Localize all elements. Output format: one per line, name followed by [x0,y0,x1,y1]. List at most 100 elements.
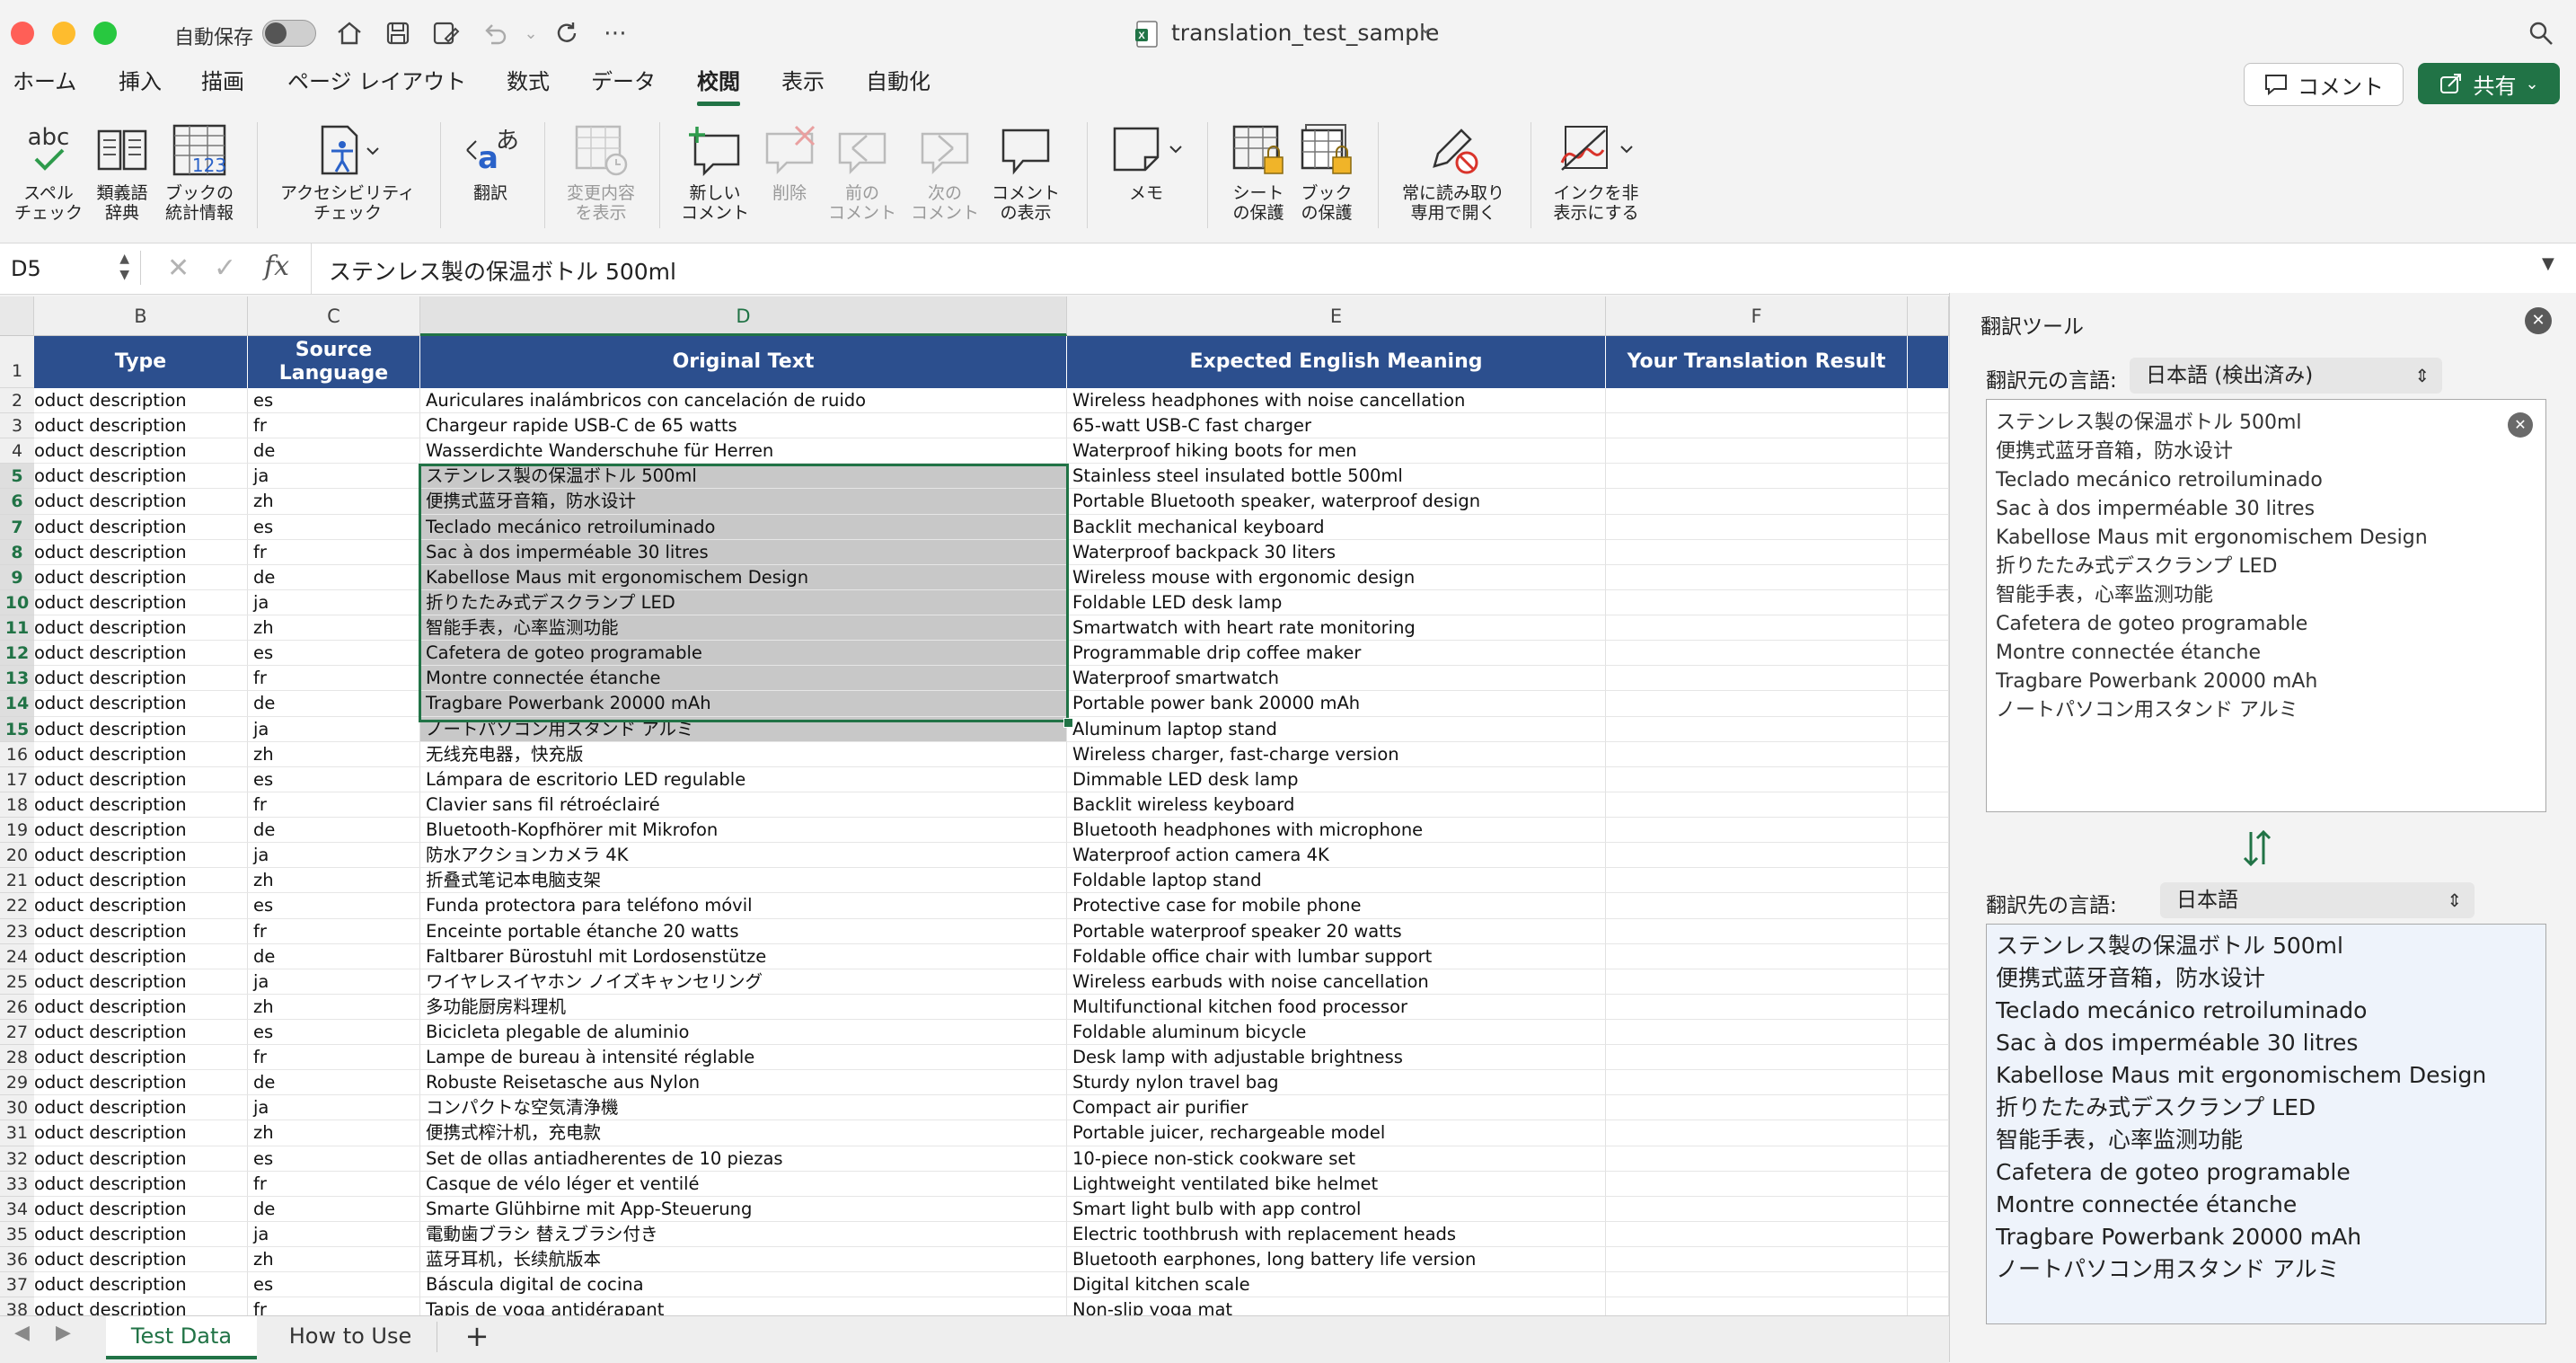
cell-source-language[interactable]: de [248,564,420,590]
cell-g[interactable] [1908,943,1949,969]
row-header[interactable]: 9 [0,564,34,590]
cell-g[interactable] [1908,843,1949,869]
previous-comment-button[interactable]: 前の コメント [821,122,904,223]
cell-g[interactable] [1908,514,1949,540]
cell-translation-result[interactable] [1606,943,1908,969]
next-sheet-chevron-icon[interactable]: ▶ [56,1322,71,1344]
cell-translation-result[interactable] [1606,1196,1908,1222]
cell-source-language[interactable]: fr [248,1045,420,1071]
cell-expected-english[interactable]: Sturdy nylon travel bag [1067,1070,1606,1096]
sheet-tab-how-to-use[interactable]: How to Use [269,1316,431,1356]
translated-text-box[interactable]: ステンレス製の保温ボトル 500ml 便携式蓝牙音箱，防水设计 Teclado me… [1986,924,2546,1324]
row-header[interactable]: 38 [0,1297,34,1315]
cell-source-language[interactable]: ja [248,1095,420,1121]
cell-source-language[interactable]: zh [248,1247,420,1273]
cell-g[interactable] [1908,1120,1949,1146]
row-header-1[interactable]: 1 [0,336,34,388]
cell-g[interactable] [1908,1297,1949,1315]
spell-check-button[interactable]: abc スペル チェック [13,122,84,223]
row-header[interactable]: 5 [0,464,34,490]
tab-insert[interactable]: 挿入 [119,66,162,110]
tab-data[interactable]: データ [591,66,656,110]
cell-expected-english[interactable]: Desk lamp with adjustable brightness [1067,1045,1606,1071]
cell-type[interactable]: oduct description [34,969,248,995]
redo-icon[interactable] [550,16,584,50]
row-header[interactable]: 2 [0,388,34,414]
cell-original-text[interactable]: 折叠式笔记本电脑支架 [420,868,1067,894]
cell-expected-english[interactable]: Lightweight ventilated bike helmet [1067,1171,1606,1197]
notes-button[interactable]: メモ [1103,122,1189,203]
cell-type[interactable]: oduct description [34,489,248,515]
cell-expected-english[interactable]: Bluetooth earphones, long battery life v… [1067,1247,1606,1273]
row-header[interactable]: 15 [0,716,34,742]
cell-original-text[interactable]: 蓝牙耳机，长续航版本 [420,1247,1067,1273]
cell-type[interactable]: oduct description [34,1221,248,1248]
cell-expected-english[interactable]: Wireless charger, fast-charge version [1067,741,1606,767]
cell-g[interactable] [1908,792,1949,819]
cell-g[interactable] [1908,741,1949,767]
cell-type[interactable]: oduct description [34,1196,248,1222]
cell-translation-result[interactable] [1606,792,1908,819]
cell-source-language[interactable]: fr [248,1297,420,1315]
cell-expected-english[interactable]: Stainless steel insulated bottle 500ml [1067,464,1606,490]
select-all-corner[interactable] [0,296,34,336]
add-sheet-button[interactable]: + [453,1316,501,1356]
cell-original-text[interactable]: 便携式蓝牙音箱，防水设计 [420,489,1067,515]
cell-expected-english[interactable]: Non-slip yoga mat [1067,1297,1606,1315]
cell-source-language[interactable]: fr [248,1171,420,1197]
hide-ink-button[interactable]: インクを非 表示にする [1541,122,1651,223]
cell-type[interactable]: oduct description [34,564,248,590]
cell-translation-result[interactable] [1606,438,1908,465]
cell-source-language[interactable]: fr [248,918,420,944]
cell-source-language[interactable]: de [248,943,420,969]
cell-source-language[interactable]: es [248,1146,420,1172]
cell-type[interactable]: oduct description [34,893,248,919]
cell-g[interactable] [1908,868,1949,894]
cell-g[interactable] [1908,641,1949,667]
cell-expected-english[interactable]: Portable waterproof speaker 20 watts [1067,918,1606,944]
cell-type[interactable]: oduct description [34,464,248,490]
row-header[interactable]: 17 [0,766,34,792]
cell-original-text[interactable]: Faltbarer Bürostuhl mit Lordosenstütze [420,943,1067,969]
cell-type[interactable]: oduct description [34,818,248,844]
cell-source-language[interactable]: zh [248,994,420,1020]
swap-languages-icon[interactable] [2241,828,2273,872]
close-window-button[interactable] [11,22,34,45]
cell-g[interactable] [1908,539,1949,565]
cell-source-language[interactable]: zh [248,1120,420,1146]
cell-source-language[interactable]: de [248,438,420,465]
cell-original-text[interactable]: Sac à dos imperméable 30 litres [420,539,1067,565]
row-header[interactable]: 3 [0,413,34,439]
cell-expected-english[interactable]: 10-piece non-stick cookware set [1067,1146,1606,1172]
column-header-c[interactable]: C [248,296,420,336]
row-header[interactable]: 22 [0,893,34,919]
cell-expected-english[interactable]: Portable juicer, rechargeable model [1067,1120,1606,1146]
row-header[interactable]: 30 [0,1095,34,1121]
insert-function-icon[interactable]: fx [264,251,289,282]
cell-g[interactable] [1908,716,1949,742]
cell-source-language[interactable]: es [248,514,420,540]
cell-source-language[interactable]: es [248,641,420,667]
cell-source-language[interactable]: fr [248,792,420,819]
cell-translation-result[interactable] [1606,818,1908,844]
save-icon[interactable] [381,16,415,50]
cell-original-text[interactable]: ワイヤレスイヤホン ノイズキャンセリング [420,969,1067,995]
cell-translation-result[interactable] [1606,641,1908,667]
cell-source-language[interactable]: ja [248,1221,420,1248]
cell-source-language[interactable]: es [248,1020,420,1046]
tab-page-layout[interactable]: ページ レイアウト [287,66,466,110]
cell-g[interactable] [1908,1272,1949,1298]
cell-g[interactable] [1908,666,1949,692]
new-comment-button[interactable]: 新しい コメント [674,122,756,223]
cell-type[interactable]: oduct description [34,1247,248,1273]
cell-type[interactable]: oduct description [34,943,248,969]
row-header[interactable]: 13 [0,666,34,692]
row-header[interactable]: 29 [0,1070,34,1096]
cell-g[interactable] [1908,615,1949,642]
cell-original-text[interactable]: Funda protectora para teléfono móvil [420,893,1067,919]
cell-type[interactable]: oduct description [34,539,248,565]
tab-review[interactable]: 校閲 [697,66,740,110]
cell-type[interactable]: oduct description [34,1120,248,1146]
cell-translation-result[interactable] [1606,766,1908,792]
cell-type[interactable]: oduct description [34,1146,248,1172]
